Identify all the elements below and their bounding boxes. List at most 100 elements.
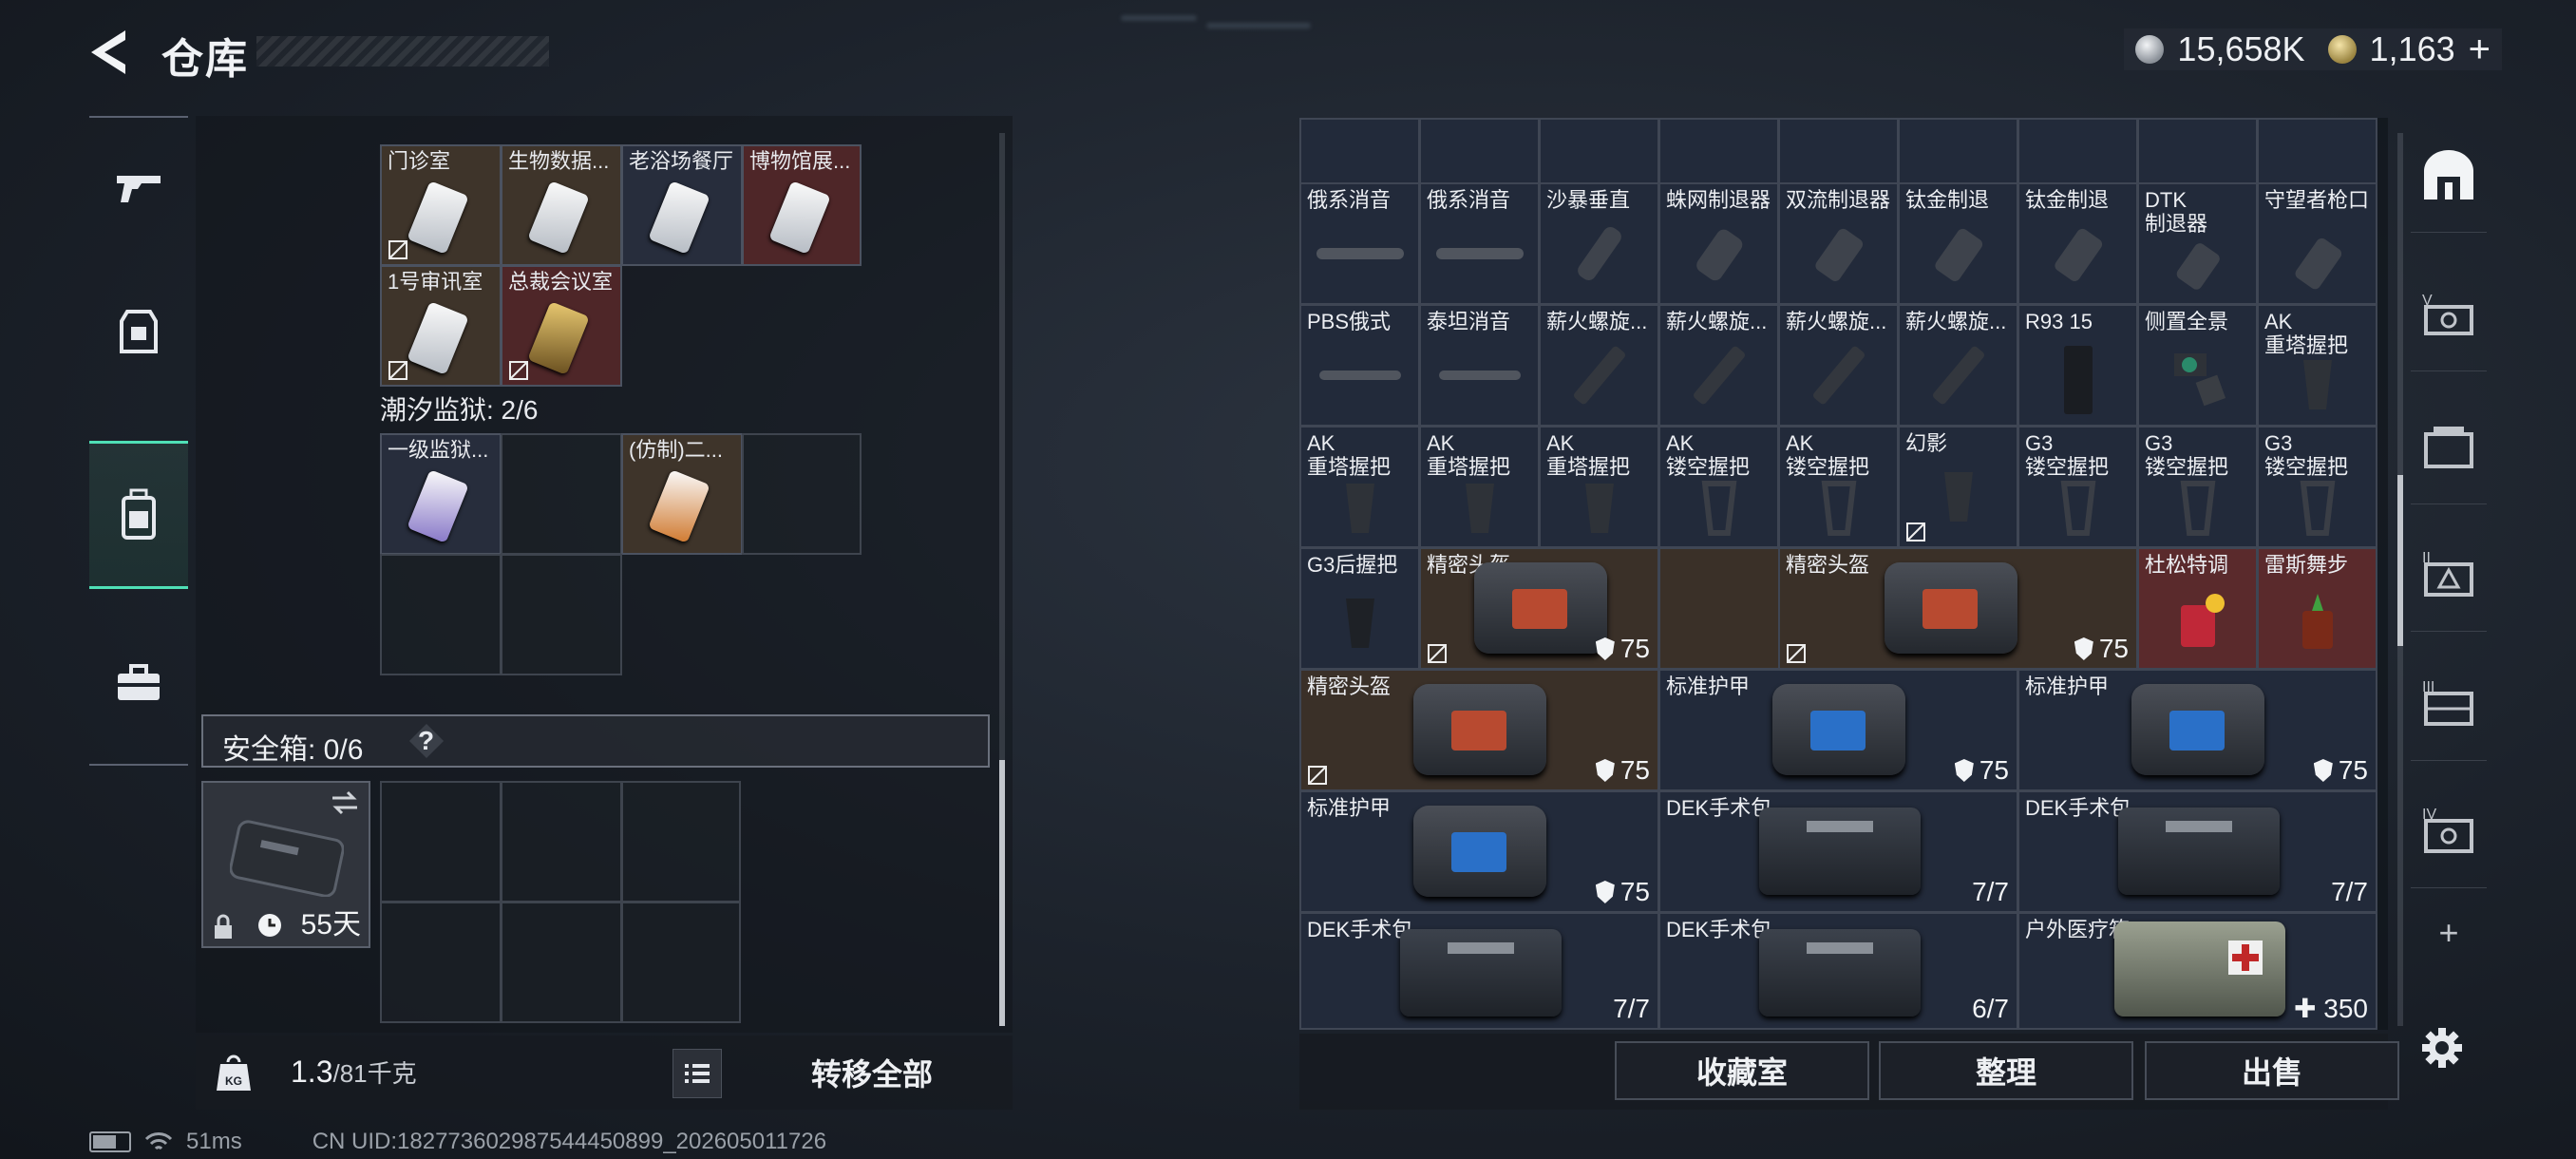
safebox-slot[interactable]: [621, 902, 741, 1023]
stash-item[interactable]: 精密头盔 75: [1299, 669, 1659, 791]
stash-item[interactable]: [1658, 118, 1779, 184]
stash-item[interactable]: G3 镂空握把: [2017, 426, 2138, 548]
stash-item[interactable]: G3 镂空握把: [2257, 426, 2377, 548]
stash-item[interactable]: 守望者枪口: [2257, 182, 2377, 305]
stash-item[interactable]: [2257, 118, 2377, 184]
safebox-slot[interactable]: [380, 781, 502, 902]
keycard-item[interactable]: 门诊室: [380, 144, 502, 266]
stash-item[interactable]: 标准护甲 75: [1658, 669, 2018, 791]
stash-item[interactable]: 俄系消音: [1419, 182, 1540, 305]
keycard-item[interactable]: 总裁会议室: [501, 265, 622, 387]
item-label: (仿制)二...: [629, 438, 723, 462]
grip-image: [2180, 481, 2215, 536]
stash-item[interactable]: AK 镂空握把: [1658, 426, 1779, 548]
stash-item[interactable]: 精密头盔 75: [1778, 547, 2138, 670]
stash-item[interactable]: 标准护甲 75: [1299, 790, 1659, 913]
stash-item[interactable]: AK 重塔握把: [2257, 304, 2377, 427]
stash-item[interactable]: 沙暴垂直: [1539, 182, 1659, 305]
keycard-item[interactable]: 博物馆展...: [742, 144, 862, 266]
safebox-case-item[interactable]: 55天: [201, 781, 370, 948]
safebox-slot[interactable]: [501, 781, 622, 902]
sell-button[interactable]: 出售: [2145, 1041, 2399, 1100]
stash-item[interactable]: AK 重塔握把: [1419, 426, 1540, 548]
safebox-slot[interactable]: [621, 781, 741, 902]
settings-gear-icon[interactable]: [2420, 1026, 2464, 1070]
stash-item[interactable]: AK 重塔握把: [1299, 426, 1420, 548]
keycard-image: [648, 469, 710, 543]
stash-item[interactable]: 户外医疗箱 ✚ 350: [2017, 912, 2377, 1030]
transfer-all-button[interactable]: 转移全部: [741, 1043, 1003, 1102]
nav-equipment[interactable]: [89, 260, 188, 403]
stash-item[interactable]: 俄系消音: [1299, 182, 1420, 305]
safebox-slot[interactable]: [501, 902, 622, 1023]
nav-toolbox[interactable]: [89, 612, 188, 754]
add-stash-button[interactable]: +: [2411, 904, 2487, 961]
stash-item[interactable]: 精密头盔 75: [1419, 547, 1659, 670]
stash-tab-lobby[interactable]: [2411, 118, 2487, 233]
nav-backpack[interactable]: [89, 441, 188, 589]
empty-slot[interactable]: [380, 554, 502, 675]
stash-item[interactable]: 标准护甲 75: [2017, 669, 2377, 791]
stash-scrollbar-thumb[interactable]: [2397, 475, 2403, 646]
stash-item[interactable]: G3后握把: [1299, 547, 1420, 670]
stash-item[interactable]: 泰坦消音: [1419, 304, 1540, 427]
stash-item[interactable]: 钛金制退: [1898, 182, 2018, 305]
item-label: DEK手术包: [2025, 796, 2131, 820]
item-label: 杜松特调: [2145, 553, 2229, 577]
stash-item[interactable]: 薪火螺旋...: [1778, 304, 1899, 427]
list-view-button[interactable]: [672, 1049, 722, 1098]
stash-item[interactable]: [1539, 118, 1659, 184]
stash-item[interactable]: DEK手术包 7/7: [1658, 790, 2018, 913]
empty-slot[interactable]: [742, 433, 862, 555]
keycard-item[interactable]: 1号审讯室: [380, 265, 502, 387]
stash-item[interactable]: DEK手术包 7/7: [1299, 912, 1659, 1030]
stash-tab-triangle[interactable]: II: [2411, 517, 2487, 632]
safebox-slot[interactable]: [380, 902, 502, 1023]
stash-tab-iv[interactable]: IV: [2411, 773, 2487, 888]
empty-slot[interactable]: [501, 554, 622, 675]
stash-item[interactable]: [1299, 118, 1420, 184]
stash-item[interactable]: [1419, 118, 1540, 184]
sort-button[interactable]: 整理: [1879, 1041, 2133, 1100]
back-arrow-icon[interactable]: [87, 28, 131, 76]
currency-display[interactable]: 15,658K 1,163 +: [2124, 28, 2502, 70]
stash-tab-v[interactable]: V: [2411, 256, 2487, 371]
stash-item[interactable]: AK 重塔握把: [1539, 426, 1659, 548]
stash-item[interactable]: 雷斯舞步: [2257, 547, 2377, 670]
keycard-item[interactable]: 生物数据...: [501, 144, 622, 266]
stash-item[interactable]: G3 镂空握把: [2137, 426, 2258, 548]
stash-item[interactable]: 薪火螺旋...: [1658, 304, 1779, 427]
stash-item[interactable]: [1898, 118, 2018, 184]
stash-item[interactable]: 蛛网制退器: [1658, 182, 1779, 305]
stash-item[interactable]: [2017, 118, 2138, 184]
stash-item[interactable]: 幻影: [1898, 426, 2018, 548]
stash-item[interactable]: 侧置全景: [2137, 304, 2258, 427]
keycard-item[interactable]: 一级监狱...: [380, 433, 502, 555]
left-scrollbar-thumb[interactable]: [999, 760, 1005, 1026]
stash-item[interactable]: [1778, 118, 1899, 184]
stash-item[interactable]: DEK手术包 6/7: [1658, 912, 2018, 1030]
item-label: R93 15: [2025, 310, 2093, 333]
stash-item[interactable]: [2137, 118, 2258, 184]
stash-item[interactable]: DTK 制退器: [2137, 182, 2258, 305]
stash-item[interactable]: 钛金制退: [2017, 182, 2138, 305]
collection-room-button[interactable]: 收藏室: [1615, 1041, 1869, 1100]
help-icon[interactable]: ?: [418, 726, 434, 756]
keycard-item[interactable]: (仿制)二...: [621, 433, 743, 555]
hp-value: ✚ 350: [2294, 993, 2368, 1024]
stash-item[interactable]: 双流制退器: [1778, 182, 1899, 305]
stash-item[interactable]: PBS俄式: [1299, 304, 1420, 427]
stash-item[interactable]: 杜松特调: [2137, 547, 2258, 670]
swap-icon[interactable]: [331, 790, 359, 815]
stash-tab-box[interactable]: [2411, 390, 2487, 504]
stash-item[interactable]: 薪火螺旋...: [1539, 304, 1659, 427]
stash-item[interactable]: R93 15: [2017, 304, 2138, 427]
stash-item[interactable]: AK 镂空握把: [1778, 426, 1899, 548]
stash-item[interactable]: DEK手术包 7/7: [2017, 790, 2377, 913]
nav-weapons[interactable]: [89, 118, 188, 260]
stash-tab-iii[interactable]: III: [2411, 646, 2487, 761]
keycard-item[interactable]: 老浴场餐厅: [621, 144, 743, 266]
add-currency-button[interactable]: +: [2469, 28, 2491, 71]
empty-slot[interactable]: [501, 433, 622, 555]
stash-item[interactable]: 薪火螺旋...: [1898, 304, 2018, 427]
